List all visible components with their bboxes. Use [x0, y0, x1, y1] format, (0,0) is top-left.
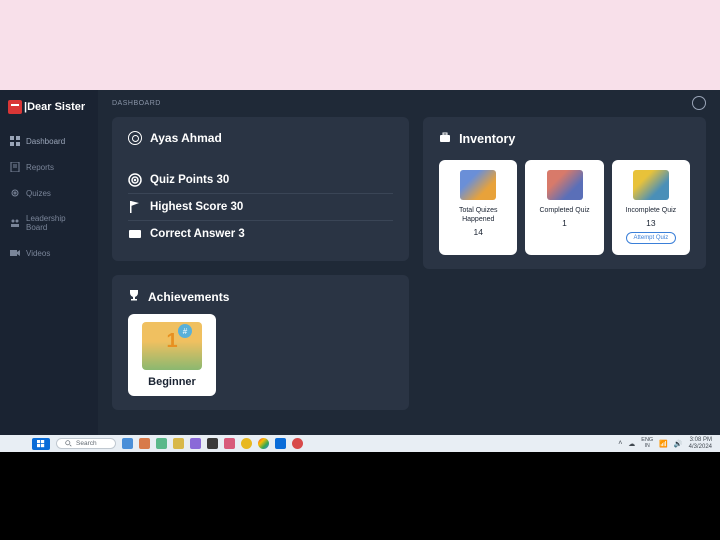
- taskbar-app-icon[interactable]: [207, 438, 218, 449]
- sidebar: |Dear Sister Dashboard Reports Quizes Le…: [0, 90, 98, 435]
- inventory-title: Inventory: [459, 132, 515, 146]
- user-name: Ayas Ahmad: [150, 131, 222, 145]
- search-icon: [65, 440, 72, 447]
- sidebar-item-label: Quizes: [26, 189, 51, 198]
- sidebar-item-label: Reports: [26, 163, 54, 172]
- taskbar-app-icon[interactable]: [224, 438, 235, 449]
- target-icon: [128, 173, 142, 187]
- browser-chrome-area: [0, 0, 720, 90]
- windows-taskbar[interactable]: Search ˄ ☁ ENG IN 📶 🔊 3:08 PM 4/3/2024: [0, 435, 720, 452]
- inventory-illustration: [633, 170, 669, 200]
- video-icon: [10, 248, 20, 258]
- stat-quiz-points: Quiz Points 30: [128, 167, 393, 194]
- trophy-icon: [128, 289, 140, 304]
- sidebar-item-label: Videos: [26, 249, 50, 258]
- stat-label: Correct Answer 3: [150, 228, 245, 240]
- achievements-header: Achievements: [128, 289, 393, 304]
- inventory-value: 1: [562, 218, 567, 228]
- taskbar-app-icon[interactable]: [139, 438, 150, 449]
- brand-logo[interactable]: |Dear Sister: [0, 90, 98, 128]
- taskbar-tray[interactable]: ˄ ☁ ENG IN 📶 🔊 3:08 PM 4/3/2024: [618, 437, 712, 450]
- gear-icon: [10, 188, 20, 198]
- achievements-card: Achievements Beginner: [112, 275, 409, 410]
- app-window: |Dear Sister Dashboard Reports Quizes Le…: [0, 90, 720, 435]
- inventory-label: Completed Quiz: [539, 206, 589, 215]
- taskbar-app-icon[interactable]: [241, 438, 252, 449]
- flag-icon: [128, 200, 142, 214]
- user-stats-card: Ayas Ahmad Quiz Points 30 Highest Score …: [112, 117, 409, 261]
- dashboard-grid: Ayas Ahmad Quiz Points 30 Highest Score …: [112, 117, 706, 410]
- inventory-total-quizes[interactable]: Total Quizes Happened 14: [439, 160, 517, 255]
- sidebar-item-dashboard[interactable]: Dashboard: [0, 128, 98, 154]
- taskbar-app-icon[interactable]: [292, 438, 303, 449]
- taskbar-app-icon[interactable]: [275, 438, 286, 449]
- main-content: DASHBOARD Ayas Ahmad Quiz Points 30: [98, 90, 720, 435]
- sidebar-item-videos[interactable]: Videos: [0, 240, 98, 266]
- achievement-label: Beginner: [136, 376, 208, 388]
- sidebar-item-label: Leadership Board: [26, 214, 88, 232]
- windows-start-button[interactable]: [32, 438, 50, 450]
- taskbar-app-icon[interactable]: [190, 438, 201, 449]
- taskbar-volume-icon[interactable]: 🔊: [674, 440, 683, 448]
- file-icon: [10, 162, 20, 172]
- taskbar-app-icon[interactable]: [156, 438, 167, 449]
- inventory-cards: Total Quizes Happened 14 Completed Quiz …: [439, 160, 690, 255]
- profile-icon[interactable]: [692, 96, 706, 110]
- achievement-illustration: [142, 322, 202, 370]
- stat-correct-answer: Correct Answer 3: [128, 221, 393, 247]
- briefcase-icon: [439, 131, 451, 146]
- bottom-black-bar: [0, 452, 720, 540]
- taskbar-search[interactable]: Search: [56, 438, 116, 449]
- sidebar-item-reports[interactable]: Reports: [0, 154, 98, 180]
- user-name-row: Ayas Ahmad: [128, 131, 393, 145]
- inventory-label: Incomplete Quiz: [626, 206, 677, 215]
- taskbar-app-icon[interactable]: [122, 438, 133, 449]
- taskbar-wifi-icon[interactable]: 📶: [659, 440, 668, 448]
- inventory-value: 14: [474, 227, 483, 237]
- inventory-label: Total Quizes Happened: [445, 206, 511, 224]
- achievement-item[interactable]: Beginner: [128, 314, 216, 396]
- taskbar-chevron-icon[interactable]: ˄: [618, 440, 622, 447]
- taskbar-clock[interactable]: 3:08 PM 4/3/2024: [689, 437, 712, 450]
- inventory-illustration: [460, 170, 496, 200]
- sidebar-item-quizes[interactable]: Quizes: [0, 180, 98, 206]
- taskbar-region: IN: [641, 444, 653, 449]
- chrome-icon[interactable]: [258, 438, 269, 449]
- inventory-card: Inventory Total Quizes Happened 14 Compl…: [423, 117, 706, 269]
- stat-highest-score: Highest Score 30: [128, 194, 393, 221]
- user-avatar-icon: [128, 131, 142, 145]
- taskbar-app-icon[interactable]: [173, 438, 184, 449]
- brand-name: |Dear Sister: [24, 101, 85, 113]
- inventory-completed-quiz[interactable]: Completed Quiz 1: [525, 160, 603, 255]
- breadcrumb: DASHBOARD: [112, 100, 706, 107]
- inventory-incomplete-quiz[interactable]: Incomplete Quiz 13 Attempt Quiz: [612, 160, 690, 255]
- achievements-title: Achievements: [148, 290, 229, 304]
- search-placeholder: Search: [76, 440, 97, 447]
- inventory-illustration: [547, 170, 583, 200]
- grid-icon: [10, 136, 20, 146]
- check-icon: [128, 227, 142, 241]
- attempt-quiz-button[interactable]: Attempt Quiz: [626, 232, 677, 244]
- sidebar-item-label: Dashboard: [26, 137, 65, 146]
- users-icon: [10, 218, 20, 228]
- inventory-value: 13: [646, 218, 655, 228]
- stat-label: Quiz Points 30: [150, 174, 229, 186]
- logo-icon: [8, 100, 22, 114]
- inventory-header: Inventory: [439, 131, 690, 146]
- stat-label: Highest Score 30: [150, 201, 243, 213]
- sidebar-item-leadership[interactable]: Leadership Board: [0, 206, 98, 240]
- taskbar-cloud-icon[interactable]: ☁: [628, 440, 635, 448]
